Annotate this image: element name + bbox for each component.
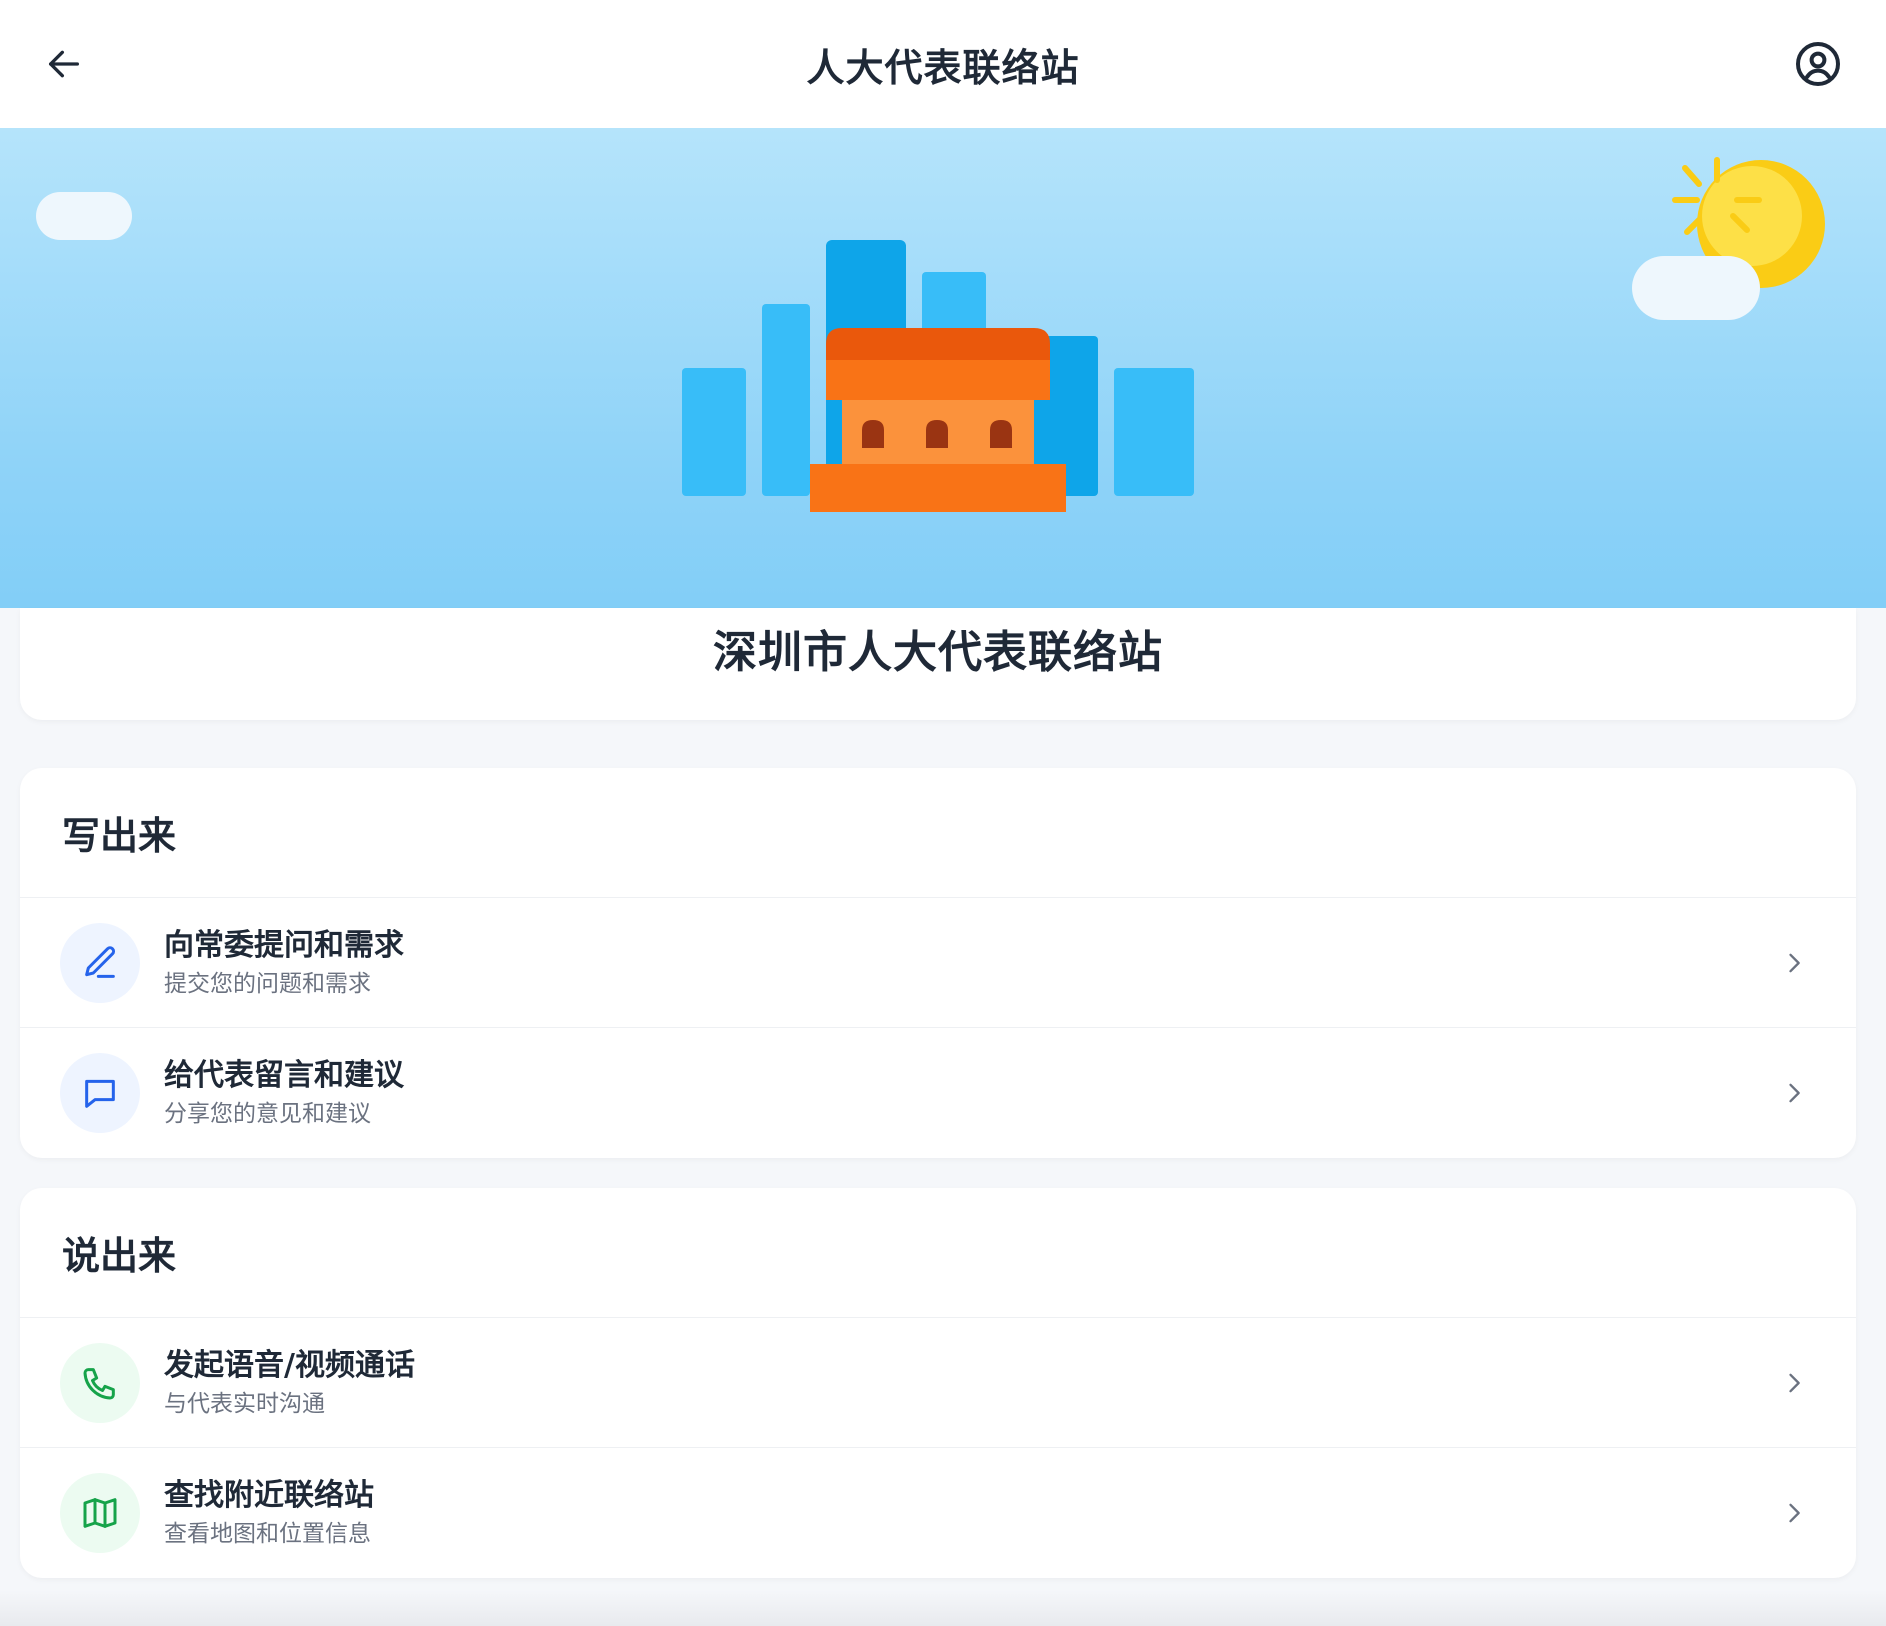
user-circle-icon: [1796, 42, 1840, 86]
icon-badge: [60, 1473, 140, 1553]
item-subtitle: 与代表实时沟通: [164, 1390, 325, 1417]
item-title: 向常委提问和需求: [164, 927, 404, 963]
item-title: 给代表留言和建议: [164, 1058, 404, 1093]
list-item-voice-video-call[interactable]: 发起语音/视频通话 与代表实时沟通: [20, 1318, 1856, 1448]
arrow-left-icon: [49, 50, 80, 78]
icon-badge: [60, 1053, 140, 1133]
banner-illustration: [36, 157, 1825, 512]
cloud-right: [1632, 256, 1760, 320]
chevron-right-icon: [1778, 1077, 1810, 1109]
phone-icon: [83, 1367, 115, 1399]
hall-building: [810, 328, 1066, 512]
list-item-ask-committee[interactable]: 向常委提问和需求 提交您的问题和需求: [20, 898, 1856, 1028]
back-button[interactable]: [36, 36, 92, 92]
icon-badge: [60, 1342, 140, 1423]
list-item-leave-message[interactable]: 给代表留言和建议 分享您的意见和建议: [20, 1028, 1856, 1158]
section-title: 说出来: [20, 1188, 1856, 1318]
top-bar: 人大代表联络站: [0, 0, 1886, 128]
item-title: 查找附近联络站: [164, 1478, 374, 1513]
pencil-icon: [85, 945, 116, 978]
icon-badge: [60, 922, 140, 1003]
chevron-right-icon: [1778, 1367, 1810, 1399]
section-speak: 说出来 发起语音/视频通话 与代表实时沟通 查找附近联络站 查看地图和位置信息: [20, 1188, 1856, 1578]
section-title: 写出来: [20, 768, 1856, 898]
item-subtitle: 分享您的意见和建议: [164, 1101, 371, 1127]
page-title: 人大代表联络站: [806, 45, 1080, 90]
chat-bubble-icon: [85, 1079, 115, 1108]
station-card: 深圳市人大代表联络站: [20, 608, 1856, 720]
bottom-shade: [0, 1590, 1886, 1626]
chevron-right-icon: [1778, 947, 1810, 979]
profile-button[interactable]: [1790, 36, 1846, 92]
map-icon: [83, 1498, 117, 1528]
app-root: 人大代表联络站 深圳市人大代表联络站 写出来 向常委提问和需求 提交您的问题和需…: [0, 0, 1886, 1626]
station-name: 深圳市人大代表联络站: [713, 627, 1163, 678]
section-write: 写出来 向常委提问和需求 提交您的问题和需求 给代表留言和建议 分享您的意见和建…: [20, 768, 1856, 1158]
item-title: 发起语音/视频通话: [164, 1347, 415, 1383]
list-item-find-station[interactable]: 查找附近联络站 查看地图和位置信息: [20, 1448, 1856, 1578]
hero-banner: [0, 128, 1886, 608]
chevron-right-icon: [1778, 1497, 1810, 1529]
item-subtitle: 提交您的问题和需求: [164, 970, 371, 997]
cloud-left: [36, 192, 132, 240]
item-subtitle: 查看地图和位置信息: [164, 1521, 371, 1547]
